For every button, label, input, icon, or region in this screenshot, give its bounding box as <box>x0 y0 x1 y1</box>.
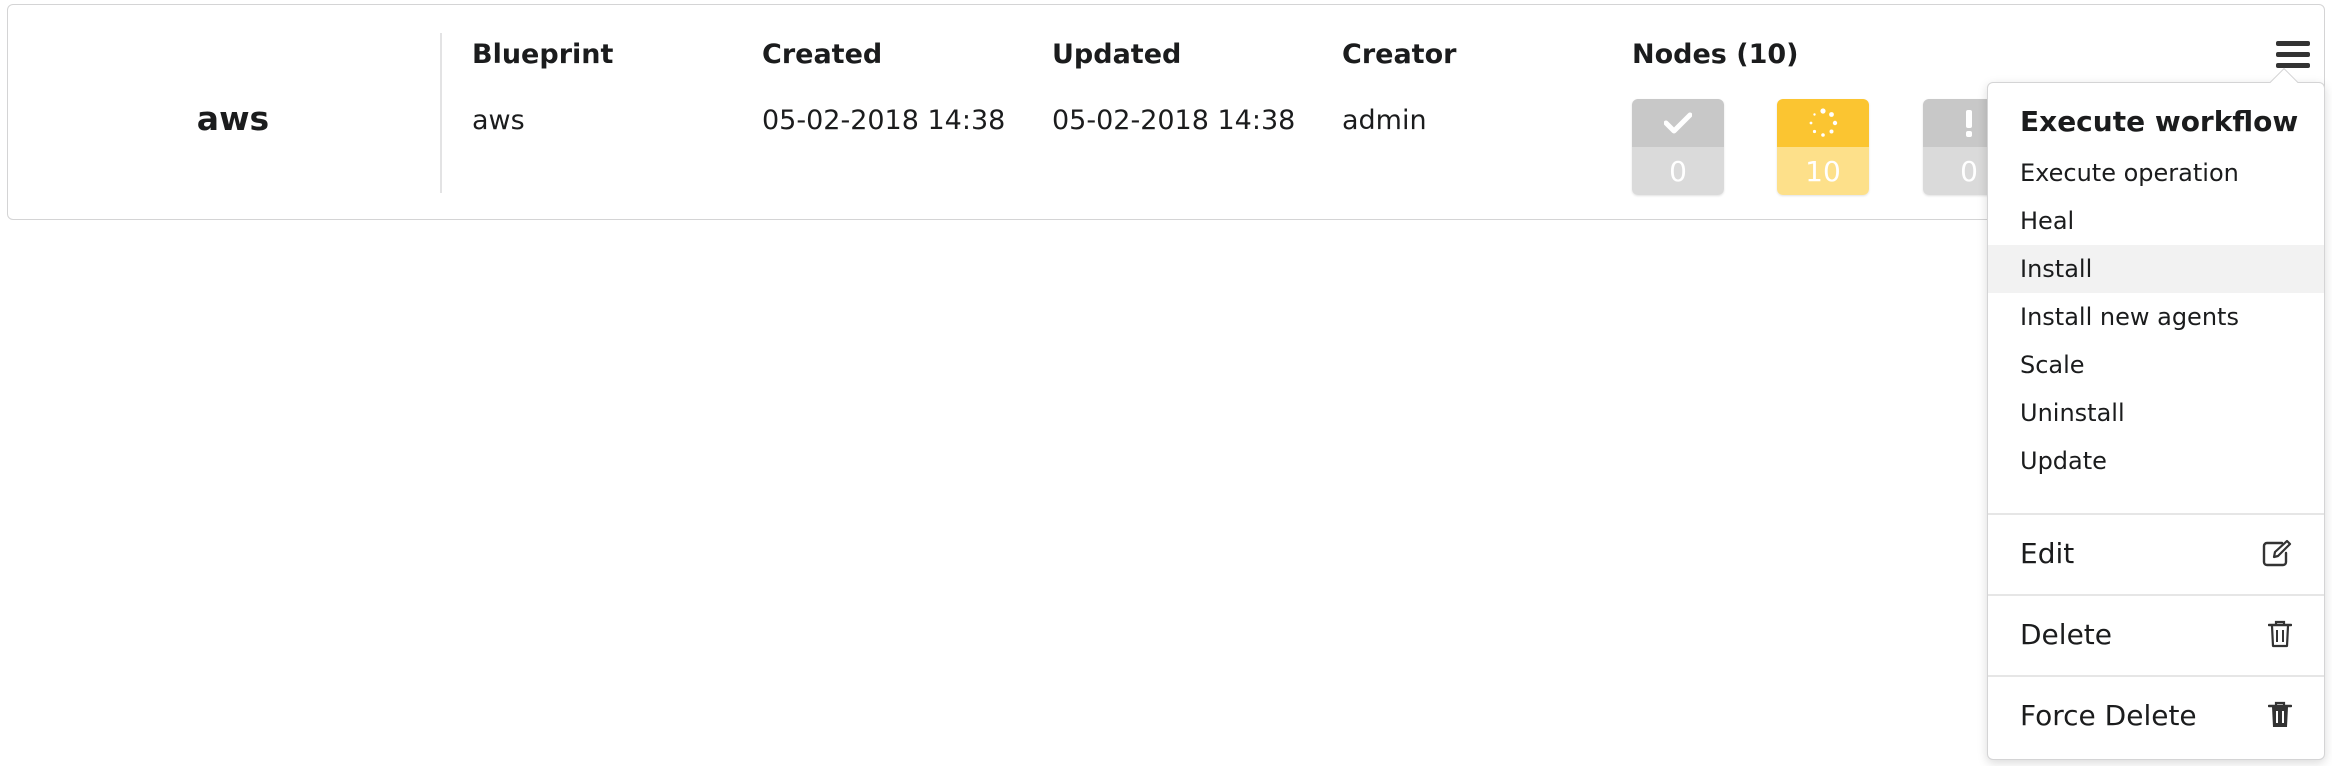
node-count-started: 0 <box>1632 147 1724 195</box>
workflow-item-install[interactable]: Install <box>1988 245 2324 293</box>
force-delete-action[interactable]: Force Delete <box>1988 685 2324 745</box>
blueprint-header: Blueprint <box>472 39 614 70</box>
workflow-item-scale[interactable]: Scale <box>1988 341 2324 389</box>
deployment-card: aws Blueprint aws Created 05-02-2018 14:… <box>7 4 2325 220</box>
creator-value: admin <box>1342 105 1427 136</box>
updated-header: Updated <box>1052 39 1182 70</box>
node-count-in-progress: 10 <box>1777 147 1869 195</box>
nodes-header: Nodes (10) <box>1632 39 1799 70</box>
check-icon <box>1632 99 1724 147</box>
edit-action[interactable]: Edit <box>1988 523 2324 583</box>
edit-label: Edit <box>2020 536 2075 570</box>
created-header: Created <box>762 39 883 70</box>
trash-icon <box>2268 620 2292 648</box>
delete-action[interactable]: Delete <box>1988 604 2324 664</box>
workflow-item-uninstall[interactable]: Uninstall <box>1988 389 2324 437</box>
spinner-icon <box>1777 99 1869 147</box>
blueprint-value[interactable]: aws <box>472 105 525 136</box>
menu-divider <box>1988 513 2324 515</box>
execute-workflow-header: Execute workflow <box>2020 105 2299 138</box>
deployment-name[interactable]: aws <box>148 99 318 138</box>
workflow-item-heal[interactable]: Heal <box>1988 197 2324 245</box>
updated-value: 05-02-2018 14:38 <box>1052 105 1296 136</box>
workflow-item-update[interactable]: Update <box>1988 437 2324 485</box>
deployment-actions-menu: Execute workflow Execute operation Heal … <box>1987 67 2325 760</box>
creator-header: Creator <box>1342 39 1457 70</box>
column-divider <box>440 33 442 193</box>
force-delete-label: Force Delete <box>2020 698 2197 732</box>
delete-label: Delete <box>2020 617 2112 651</box>
menu-divider <box>1988 594 2324 596</box>
trash-solid-icon <box>2268 701 2292 729</box>
menu-divider <box>1988 675 2324 677</box>
node-state-started: 0 <box>1632 99 1724 195</box>
created-value: 05-02-2018 14:38 <box>762 105 1006 136</box>
workflow-item-install-new-agents[interactable]: Install new agents <box>1988 293 2324 341</box>
node-state-in-progress: 10 <box>1777 99 1869 195</box>
workflow-item-execute-operation[interactable]: Execute operation <box>1988 149 2324 197</box>
edit-icon <box>2262 539 2292 567</box>
hamburger-icon[interactable] <box>2276 41 2310 71</box>
